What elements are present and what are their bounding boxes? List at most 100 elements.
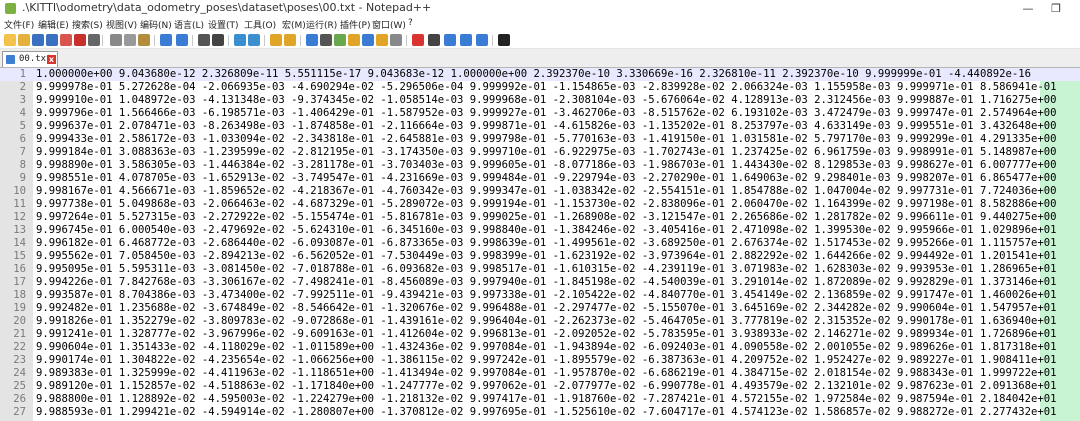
toolbar-separator <box>492 35 493 46</box>
line-number: 22 <box>13 341 26 353</box>
redo-icon[interactable] <box>176 34 188 46</box>
toolbar-separator <box>102 35 103 46</box>
text-line[interactable]: 4 9.999796e-01 1.566466e-03 -6.198571e-03… <box>0 107 1080 120</box>
line-number: 8 <box>19 159 26 171</box>
show-all-chars-icon[interactable] <box>320 34 332 46</box>
word-wrap-icon[interactable] <box>306 34 318 46</box>
zoom-out-icon[interactable] <box>248 34 260 46</box>
text-line[interactable]: 27 9.988593e-01 1.299421e-02 -4.594914e-0… <box>0 406 1080 419</box>
copy-icon[interactable] <box>124 34 136 46</box>
line-number: 16 <box>13 263 26 275</box>
menu-item[interactable]: 编码(N) <box>140 18 172 31</box>
text-line[interactable]: 7 9.999184e-01 3.088363e-03 -1.239599e-02… <box>0 146 1080 159</box>
text-line[interactable]: 25 9.989120e-01 1.152857e-02 -4.518863e-0… <box>0 380 1080 393</box>
text-line[interactable]: 10 9.998167e-01 4.566671e-03 -1.859652e-0… <box>0 185 1080 198</box>
menu-item[interactable]: 插件(P) <box>340 18 370 31</box>
menu-item[interactable]: 工具(O) <box>244 18 276 31</box>
close-icon[interactable] <box>60 34 72 46</box>
paste-icon[interactable] <box>138 34 150 46</box>
line-text: 9.999910e-01 1.048972e-03 -4.131348e-03 … <box>36 94 1057 106</box>
toolbar-separator <box>192 35 193 46</box>
save-macro-icon[interactable] <box>476 34 488 46</box>
notepad-plus-plus-icon <box>5 3 16 14</box>
line-text: 9.997264e-01 5.527315e-03 -2.272922e-02 … <box>36 211 1057 223</box>
doc-map-icon[interactable] <box>348 34 360 46</box>
undo-icon[interactable] <box>160 34 172 46</box>
menu-item[interactable]: 视图(V) <box>106 18 137 31</box>
tab-00-txt[interactable]: 00.txt x <box>2 51 58 67</box>
line-text: 9.991826e-01 1.352279e-02 -3.809783e-02 … <box>36 315 1057 327</box>
line-text: 9.999637e-01 2.078471e-03 -8.263498e-03 … <box>36 120 1057 132</box>
replace-icon[interactable] <box>212 34 224 46</box>
text-line[interactable]: 3 9.999910e-01 1.048972e-03 -4.131348e-03… <box>0 94 1080 107</box>
text-line[interactable]: 20 9.991826e-01 1.352279e-02 -3.809783e-0… <box>0 315 1080 328</box>
find-icon[interactable] <box>198 34 210 46</box>
text-line[interactable]: 24 9.989383e-01 1.325999e-02 -4.411963e-0… <box>0 367 1080 380</box>
run-macro-multiple-icon[interactable] <box>460 34 472 46</box>
line-number: 17 <box>13 276 26 288</box>
menu-item[interactable]: 设置(T) <box>208 18 239 31</box>
save-all-icon[interactable] <box>46 34 58 46</box>
new-file-icon[interactable] <box>4 34 16 46</box>
menu-item[interactable]: 宏(M) <box>282 18 306 31</box>
open-file-icon[interactable] <box>18 34 30 46</box>
text-line[interactable]: 26 9.988800e-01 1.128892e-02 -4.595003e-0… <box>0 393 1080 406</box>
minimize-button[interactable]: — <box>1014 0 1042 17</box>
line-number: 18 <box>13 289 26 301</box>
misc-icon[interactable] <box>498 34 510 46</box>
menu-item[interactable]: 文件(F) <box>4 18 34 31</box>
text-line[interactable]: 16 9.995095e-01 5.595311e-03 -3.081450e-0… <box>0 263 1080 276</box>
menu-item[interactable]: 运行(R) <box>306 18 337 31</box>
text-line[interactable]: 13 9.996745e-01 6.000540e-03 -2.479692e-0… <box>0 224 1080 237</box>
text-line[interactable]: 18 9.993587e-01 8.704386e-03 -3.473400e-0… <box>0 289 1080 302</box>
restore-button[interactable]: ❐ <box>1042 0 1070 17</box>
print-icon[interactable] <box>88 34 100 46</box>
menu-item[interactable]: 搜索(S) <box>72 18 103 31</box>
current-line[interactable]: 1 1.000000e+00 9.043680e-12 2.326809e-11 … <box>0 68 1080 81</box>
line-text: 9.998890e-01 3.586305e-03 -1.446384e-02 … <box>36 159 1057 171</box>
play-macro-icon[interactable] <box>444 34 456 46</box>
sync-vertical-icon[interactable] <box>270 34 282 46</box>
text-line[interactable]: 11 9.997738e-01 5.049868e-03 -2.066463e-0… <box>0 198 1080 211</box>
text-line[interactable]: 19 9.992482e-01 1.235688e-02 -3.674849e-0… <box>0 302 1080 315</box>
menu-item[interactable]: 窗口(W) <box>372 18 406 31</box>
close-all-icon[interactable] <box>74 34 86 46</box>
line-text: 9.999184e-01 3.088363e-03 -1.239599e-02 … <box>36 146 1057 158</box>
stop-macro-icon[interactable] <box>428 34 440 46</box>
save-icon[interactable] <box>32 34 44 46</box>
line-number: 14 <box>13 237 26 249</box>
text-line[interactable]: 9 9.998551e-01 4.078705e-03 -1.652913e-02… <box>0 172 1080 185</box>
menu-item[interactable]: 编辑(E) <box>38 18 69 31</box>
text-line[interactable]: 21 9.991241e-01 1.328777e-02 -3.967996e-0… <box>0 328 1080 341</box>
record-macro-icon[interactable] <box>412 34 424 46</box>
text-line[interactable]: 5 9.999637e-01 2.078471e-03 -8.263498e-03… <box>0 120 1080 133</box>
toolbar-separator <box>406 35 407 46</box>
toolbar-separator <box>154 35 155 46</box>
function-list-icon[interactable] <box>362 34 374 46</box>
line-number: 5 <box>19 120 26 132</box>
menu-item[interactable]: 语言(L) <box>174 18 204 31</box>
line-number: 15 <box>13 250 26 262</box>
monitoring-icon[interactable] <box>390 34 402 46</box>
zoom-in-icon[interactable] <box>234 34 246 46</box>
line-text: 9.996745e-01 6.000540e-03 -2.479692e-02 … <box>36 224 1057 236</box>
text-line[interactable]: 17 9.994226e-01 7.842768e-03 -3.306167e-0… <box>0 276 1080 289</box>
text-line[interactable]: 15 9.995562e-01 7.058450e-03 -2.894213e-0… <box>0 250 1080 263</box>
text-line[interactable]: 12 9.997264e-01 5.527315e-03 -2.272922e-0… <box>0 211 1080 224</box>
menu-item[interactable]: ? <box>408 18 413 28</box>
cut-icon[interactable] <box>110 34 122 46</box>
text-line[interactable]: 14 9.996182e-01 6.468772e-03 -2.686440e-0… <box>0 237 1080 250</box>
line-text: 1.000000e+00 9.043680e-12 2.326809e-11 5… <box>36 68 1031 80</box>
line-number: 27 <box>13 406 26 418</box>
text-line[interactable]: 2 9.999978e-01 5.272628e-04 -2.066935e-03… <box>0 81 1080 94</box>
line-number: 6 <box>19 133 26 145</box>
text-line[interactable]: 23 9.990174e-01 1.304822e-02 -4.235654e-0… <box>0 354 1080 367</box>
sync-horizontal-icon[interactable] <box>284 34 296 46</box>
tab-close-button[interactable]: x <box>47 55 56 64</box>
text-line[interactable]: 22 9.990604e-01 1.351433e-02 -4.118029e-0… <box>0 341 1080 354</box>
text-line[interactable]: 6 9.999433e-01 2.586172e-03 -1.033094e-02… <box>0 133 1080 146</box>
indent-guide-icon[interactable] <box>334 34 346 46</box>
text-editor[interactable]: 1 1.000000e+00 9.043680e-12 2.326809e-11 … <box>0 68 1080 421</box>
text-line[interactable]: 8 9.998890e-01 3.586305e-03 -1.446384e-02… <box>0 159 1080 172</box>
folder-workspace-icon[interactable] <box>376 34 388 46</box>
